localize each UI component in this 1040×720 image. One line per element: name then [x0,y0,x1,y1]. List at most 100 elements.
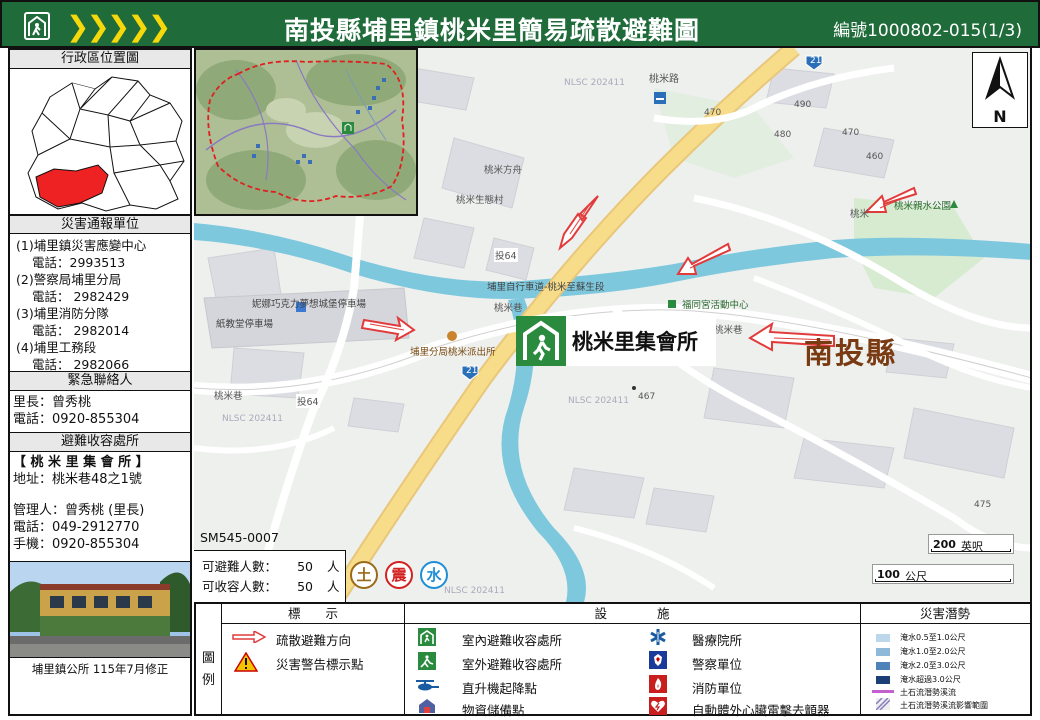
warning-triangle-icon [234,652,258,672]
route-shield-label: 21 [466,366,478,376]
legend-side-label: 圖 例 [196,604,222,714]
capacity-unit: 人 [327,559,340,574]
legend-facility-label: 物資儲備點 [462,703,525,718]
flood-swatch [876,648,890,656]
debris-stream-swatch [872,690,894,693]
place-label: 桃米親水公園 [894,201,952,212]
helicopter-icon [416,680,439,691]
legend-facility-label: 消防單位 [692,681,743,696]
north-label: N [993,107,1007,126]
legend-header-symbols: 標 示 [222,604,404,624]
shelter-marker-label: 桃米里集會所 [572,330,698,354]
legend-hazard-label: 淹水超過3.0公尺 [900,675,961,684]
shelter-manager: 管理人：曾秀桃 (里長) [13,503,145,518]
map-code: 編號1000802-015(1/3) [833,21,1022,41]
main-map: 桃米路 21 21 桃米方舟 桃米生態村 埔里自行車道-桃米至蘇生段 妮娜巧克力… [194,48,1032,602]
capacity-value: 50 [297,559,314,574]
place-label: 埔里自行車道-桃米至蘇生段 [487,282,605,293]
shelter-photo [10,562,190,658]
road-label: 桃米路 [649,74,679,85]
chevron-arrows-icon: ❯❯❯❯❯ [66,10,171,43]
contact-line: 電話：0920-855304 [13,412,140,427]
legend-hazard-label: 土石流潛勢溪流影響範圍 [900,701,988,710]
map-header: ❯❯❯❯❯ 南投縣埔里鎮桃米里簡易疏散避難圖 編號1000802-015(1/3… [0,0,1040,48]
contact-line: 里長：曾秀桃 [13,395,92,410]
flood-swatch [876,634,890,642]
legend-hazard-label: 淹水2.0至3.0公尺 [900,661,966,670]
flood-swatch [876,676,890,684]
storage-icon [419,699,435,713]
place-label: 埔里分局桃米派出所 [410,347,496,358]
contact-info: 里長：曾秀桃 電話：0920-855304 [10,391,190,433]
watermark-label: NLSC 202411 [444,586,505,596]
hazard-badge-landslide: 土 [350,561,378,589]
sheet-code: SM545-0007 [200,530,279,545]
legend: 圖 例 標 示 設 施 災害潛勢 疏散避難方向 災害警告標示點 室內避難收容處所… [194,602,1032,718]
shelter-name: 【 桃 米 里 集 會 所 】 [13,455,149,470]
capacity-value: 50 [297,579,314,594]
sidebar-footer: 埔里鎮公所 115年7月修正 [31,662,169,676]
place-label: 妮娜巧克力夢想城堡停車場 [252,299,367,310]
north-arrow-icon [984,55,1016,100]
road-label: 投64 [296,394,320,408]
evacuation-arrow-icon [232,631,266,643]
shelter-marker-icon [516,316,566,366]
place-label: 福同宮活動中心 [682,300,749,311]
elevation-label: 480 [774,130,792,140]
watermark-label: NLSC 202411 [222,414,283,424]
report-unit-phone: 電話： 2982066 [32,357,130,372]
shelter-mobile: 手機：0920-855304 [13,537,140,552]
legend-hazard-label: 淹水0.5至1.0公尺 [900,633,966,642]
report-unit-name: (1)埔里鎮災害應變中心 [16,238,147,253]
report-unit-name: (4)埔里工務段 [16,340,97,355]
shelter-address: 地址：桃米巷48之1號 [13,472,142,487]
report-units: (1)埔里鎮災害應變中心 電話：2993513 (2)警察局埔里分局 電話： 2… [10,234,190,372]
elevation-label: 490 [794,100,812,110]
legend-symbol-label: 疏散避難方向 [276,633,352,648]
road-label: 桃米巷 [494,303,523,314]
report-header: 災害通報單位 [10,215,190,234]
police-icon [649,651,667,669]
medical-icon [650,629,666,645]
place-label: 紙教堂停車場 [216,319,274,330]
watermark-label: NLSC 202411 [568,396,629,406]
scale-bar-feet: 200 英呎 [928,534,1014,554]
legend-facility-label: 醫療院所 [692,633,743,648]
capacity-label: 可收容人數： [202,579,278,594]
watermark-label: NLSC 202411 [564,78,625,88]
road-label: 桃米巷 [714,325,743,336]
capacity-unit: 人 [327,579,340,594]
place-label: 桃米生態村 [456,195,504,206]
place-label: 桃米方舟 [484,165,523,176]
shelter-header: 避難收容處所 [10,433,190,452]
shelter-logo-icon [24,12,50,40]
capacity-label: 可避難人數： [202,559,278,574]
report-unit-phone: 電話： 2982429 [32,289,130,304]
shelter-phone: 電話：049-2912770 [13,520,140,535]
legend-facility-label: 室內避難收容處所 [462,633,563,648]
overview-inset-map [194,48,418,216]
report-unit-name: (3)埔里消防分隊 [16,306,109,321]
indoor-shelter-icon [418,628,436,646]
elevation-label: 470 [704,108,722,118]
capacity-row: 可避難人數： 50 人 [202,557,345,577]
legend-symbol-label: 災害警告標示點 [276,657,364,672]
flood-swatch [876,662,890,670]
legend-side-char: 例 [201,673,215,688]
location-header: 行政區位置圖 [10,50,190,69]
legend-hazard-label: 淹水1.0至2.0公尺 [900,647,966,656]
north-arrow: N [972,52,1028,128]
legend-hazard-label: 土石流潛勢溪流 [900,688,956,697]
location-inset-map [10,69,190,215]
scale-bar-meters: 100 公尺 [872,564,1014,584]
shelter-info: 【 桃 米 里 集 會 所 】 地址：桃米巷48之1號 管理人：曾秀桃 (里長)… [10,452,190,562]
elevation-label: 467 [638,392,656,402]
shelter-marker[interactable]: 桃米里集會所 [516,316,716,366]
outdoor-shelter-icon [418,652,436,670]
legend-facility-label: 室外避難收容處所 [462,657,563,672]
elevation-label: 470 [842,128,860,138]
debris-area-swatch [876,698,890,710]
contact-header: 緊急聯絡人 [10,372,190,391]
hazard-badge-flood: 水 [420,561,448,589]
aed-icon [649,697,667,715]
